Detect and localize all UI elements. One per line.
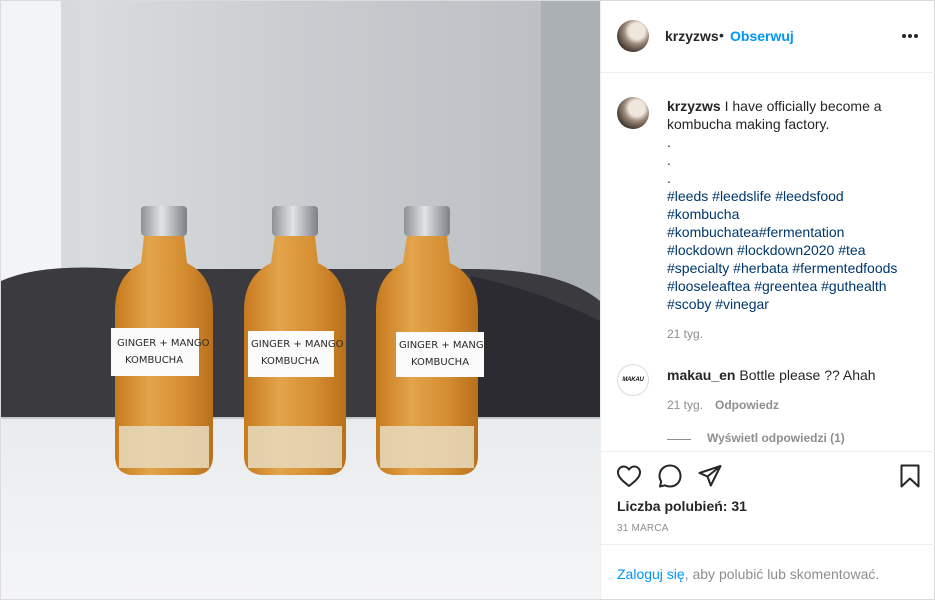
- hashtag-list: #leeds #leedslife #leedsfood #kombucha #…: [667, 187, 917, 313]
- makau-logo: MAKAU: [622, 377, 644, 383]
- post-photo[interactable]: GINGER + MANGO KOMBUCHA GINGER + MANGO K…: [1, 1, 600, 599]
- caption-dot: .: [667, 152, 671, 168]
- post-sidebar: krzyzws • Obserwuj krzyzws I have offici…: [600, 1, 935, 599]
- caption-dot: .: [667, 134, 671, 150]
- bottle-label-line1: GINGER + MANGO: [117, 338, 210, 349]
- hashtag-link[interactable]: #specialty: [667, 260, 729, 276]
- separator-dot: •: [719, 27, 724, 43]
- hashtag-link[interactable]: #lockdown2020: [737, 242, 834, 258]
- hashtag-link[interactable]: #greentea: [754, 278, 817, 294]
- caption: krzyzws I have officially become a kombu…: [667, 97, 917, 313]
- caption-timestamp[interactable]: 21 tyg.: [667, 327, 703, 341]
- follow-button[interactable]: Obserwuj: [730, 28, 794, 44]
- hashtag-link[interactable]: #vinegar: [715, 296, 769, 312]
- reply-button[interactable]: Odpowiedz: [715, 398, 779, 412]
- hashtag-link[interactable]: #looseleaftea: [667, 278, 750, 294]
- hashtag-link[interactable]: #guthealth: [821, 278, 886, 294]
- login-link[interactable]: Zaloguj się: [617, 566, 685, 582]
- heart-icon[interactable]: [615, 462, 643, 490]
- comment-icon[interactable]: [656, 462, 684, 490]
- bottle-label-line1: GINGER + MANGO: [251, 339, 344, 350]
- hashtag-link[interactable]: #kombuchatea#fermentation: [667, 224, 844, 240]
- hashtag-link[interactable]: #lockdown: [667, 242, 733, 258]
- more-options-icon[interactable]: [899, 25, 921, 47]
- bottle-label-line2: KOMBUCHA: [411, 357, 469, 368]
- caption-username[interactable]: krzyzws: [667, 98, 721, 114]
- hashtag-link[interactable]: #tea: [838, 242, 865, 258]
- likes-count[interactable]: Liczba polubień: 31: [617, 498, 747, 514]
- login-rest-text: , aby polubić lub skomentować.: [684, 566, 880, 582]
- hashtag-link[interactable]: #leedsfood: [775, 188, 844, 204]
- replies-divider-line: [667, 439, 691, 440]
- author-username[interactable]: krzyzws: [665, 28, 719, 44]
- hashtag-link[interactable]: #fermentedfoods: [792, 260, 897, 276]
- hashtag-link[interactable]: #herbata: [733, 260, 788, 276]
- hashtag-link[interactable]: #scoby: [667, 296, 711, 312]
- comment: makau_en Bottle please ?? Ahah: [667, 366, 917, 384]
- comment-text: Bottle please ?? Ahah: [739, 367, 876, 383]
- bottle-label-line2: KOMBUCHA: [125, 355, 183, 366]
- comment-timestamp[interactable]: 21 tyg.: [667, 398, 703, 412]
- view-replies-button[interactable]: Wyświetl odpowiedzi (1): [707, 431, 845, 445]
- caption-author-avatar[interactable]: [617, 97, 649, 129]
- bookmark-icon[interactable]: [896, 462, 924, 490]
- caption-dot: .: [667, 170, 671, 186]
- post-date[interactable]: 31 MARCA: [617, 523, 669, 534]
- kombucha-bottles-image: GINGER + MANGO KOMBUCHA GINGER + MANGO K…: [1, 1, 600, 599]
- commenter-avatar[interactable]: MAKAU: [617, 364, 649, 396]
- hashtag-link[interactable]: #leeds: [667, 188, 708, 204]
- login-text: Zaloguj się, aby polubić lub skomentować…: [617, 566, 879, 582]
- author-avatar[interactable]: [617, 20, 649, 52]
- share-icon[interactable]: [696, 462, 724, 490]
- comment-username[interactable]: makau_en: [667, 367, 735, 383]
- instagram-post: GINGER + MANGO KOMBUCHA GINGER + MANGO K…: [0, 0, 935, 600]
- hashtag-link[interactable]: #leedslife: [712, 188, 771, 204]
- comments-section: krzyzws I have officially become a kombu…: [601, 73, 935, 451]
- post-header: krzyzws • Obserwuj: [601, 1, 935, 73]
- hashtag-link[interactable]: #kombucha: [667, 206, 739, 222]
- bottle-label-line1: GINGER + MANGO: [399, 340, 492, 351]
- login-prompt: Zaloguj się, aby polubić lub skomentować…: [601, 544, 935, 599]
- bottle-label-line2: KOMBUCHA: [261, 356, 319, 367]
- action-bar: Liczba polubień: 31 31 MARCA: [601, 451, 935, 545]
